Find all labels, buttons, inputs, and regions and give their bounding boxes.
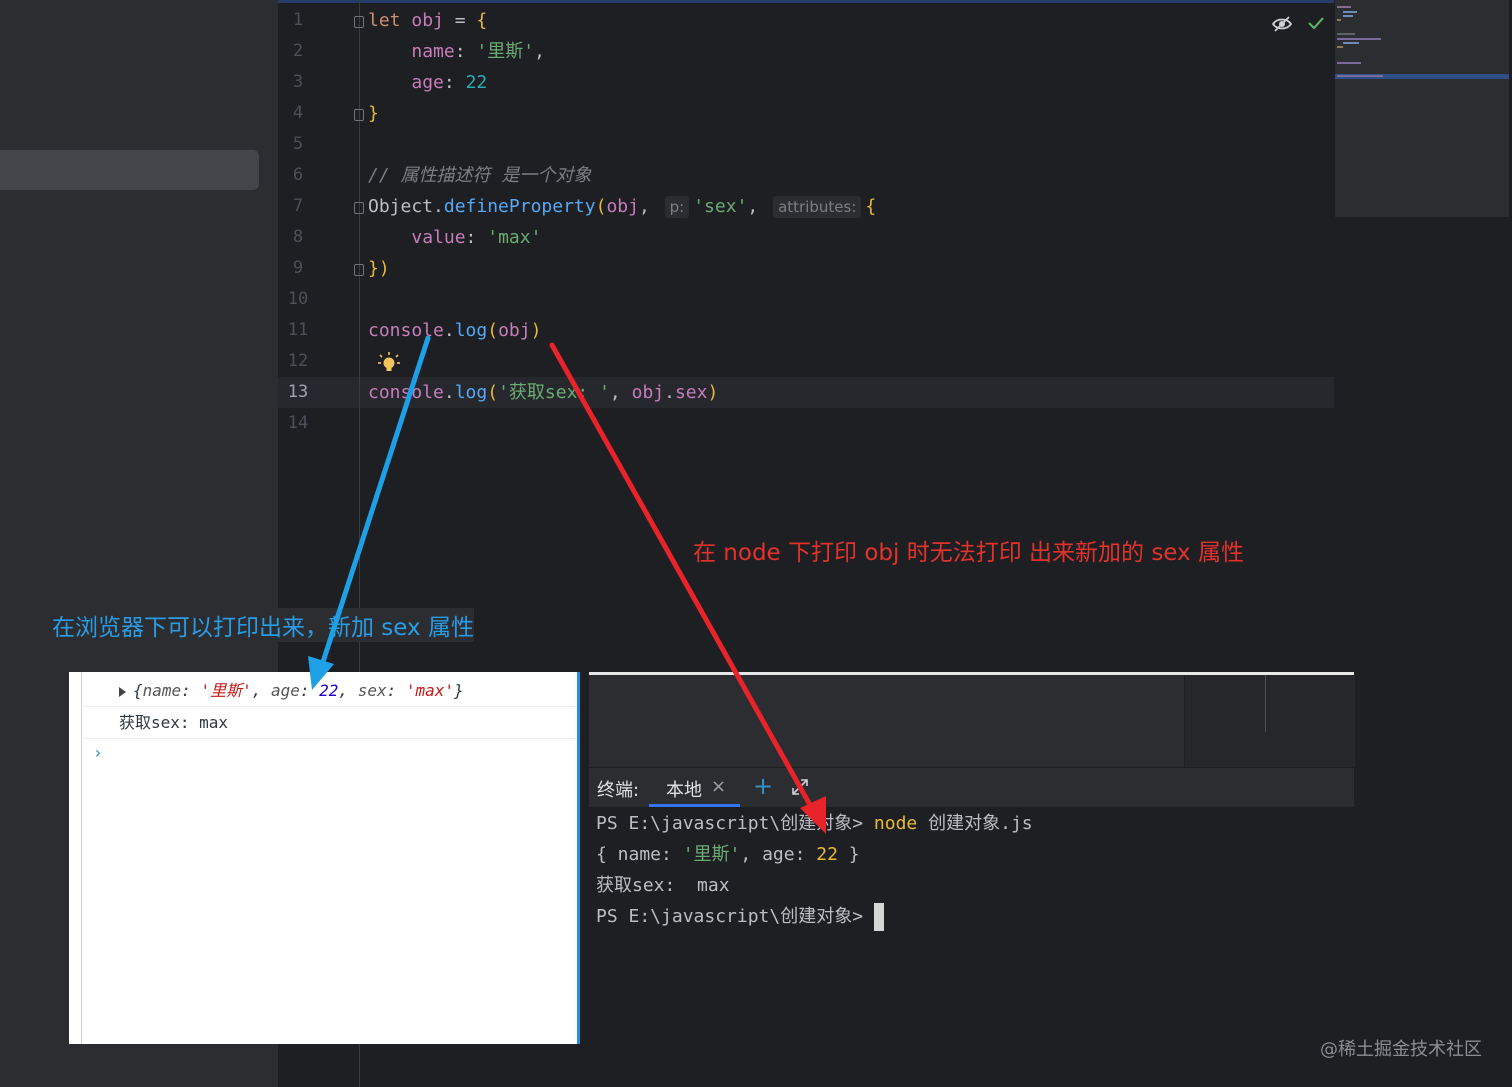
parameter-hint: p:: [664, 196, 690, 218]
selected-project-item[interactable]: [0, 150, 259, 190]
terminal-tab-local[interactable]: 本地: [666, 776, 702, 802]
code-line-7[interactable]: Object.defineProperty(obj, p:'sex', attr…: [368, 191, 876, 222]
line-number: 4: [292, 103, 304, 123]
editor-top-border: [278, 0, 1334, 3]
line-number: 9: [292, 258, 304, 278]
code-line-6[interactable]: // 属性描述符 是一个对象: [368, 160, 591, 191]
terminal-prompt-line[interactable]: PS E:\javascript\创建对象>: [596, 901, 884, 932]
minimap[interactable]: [1335, 0, 1509, 217]
code-line-1[interactable]: let obj = {: [368, 5, 487, 36]
fold-marker-icon[interactable]: [354, 16, 364, 28]
lightbulb-icon[interactable]: [378, 352, 400, 374]
console-object-row[interactable]: {name: '里斯', age: 22, sex: 'max'}: [81, 676, 577, 707]
line-number: 10: [287, 289, 309, 309]
terminal-title: 终端:: [597, 780, 640, 801]
line-number: 3: [292, 72, 304, 92]
line-number: 11: [287, 320, 309, 340]
parameter-hint: attributes:: [773, 196, 862, 218]
watermark: @稀土掘金技术社区: [1320, 1039, 1482, 1060]
code-line-4[interactable]: }: [368, 98, 379, 129]
panel-divider: [1265, 675, 1266, 732]
annotation-node: 在 node 下打印 obj 时无法打印 出来新加的 sex 属性: [693, 540, 1244, 566]
line-number: 7: [292, 196, 304, 216]
line-number-active: 13: [287, 382, 309, 402]
fold-marker-icon[interactable]: [354, 109, 364, 121]
annotation-browser: 在浏览器下可以打印出来，新加 sex 属性: [52, 608, 474, 642]
code-line-2[interactable]: name: '里斯',: [368, 36, 545, 67]
line-number: 6: [292, 165, 304, 185]
add-terminal-icon[interactable]: +: [753, 772, 773, 800]
line-number: 2: [292, 41, 304, 61]
line-number: 1: [292, 10, 304, 30]
code-line-13[interactable]: console.log('获取sex: ', obj.sex): [368, 377, 718, 408]
line-number: 5: [292, 134, 304, 154]
fold-marker-icon[interactable]: [354, 264, 364, 276]
code-line-8[interactable]: value: 'max': [368, 222, 541, 253]
expand-triangle-icon[interactable]: [119, 686, 126, 697]
terminal-header: [589, 767, 1354, 808]
terminal-line: { name: '里斯', age: 22 }: [596, 844, 860, 865]
line-number: 14: [287, 413, 309, 433]
terminal-line: PS E:\javascript\创建对象> node 创建对象.js: [596, 813, 1033, 834]
line-number: 12: [287, 351, 309, 371]
terminal-cursor: [873, 903, 884, 931]
line-number: 8: [292, 227, 304, 247]
tool-panel: [1184, 675, 1355, 767]
close-icon[interactable]: ×: [711, 776, 726, 797]
reader-mode-eye-off-icon[interactable]: [1271, 13, 1293, 35]
code-line-3[interactable]: age: 22: [368, 67, 487, 98]
check-icon: [1308, 17, 1324, 30]
code-line-9[interactable]: }): [368, 253, 390, 284]
console-log-row: 获取sex: max: [81, 708, 577, 739]
fold-marker-icon[interactable]: [354, 202, 364, 214]
terminal-line: 获取sex: max: [596, 875, 730, 896]
expand-icon[interactable]: [790, 777, 810, 797]
console-prompt-icon[interactable]: ›: [93, 743, 103, 762]
code-line-11[interactable]: console.log(obj): [368, 315, 541, 346]
browser-console[interactable]: {name: '里斯', age: 22, sex: 'max'} 获取sex:…: [69, 672, 580, 1044]
